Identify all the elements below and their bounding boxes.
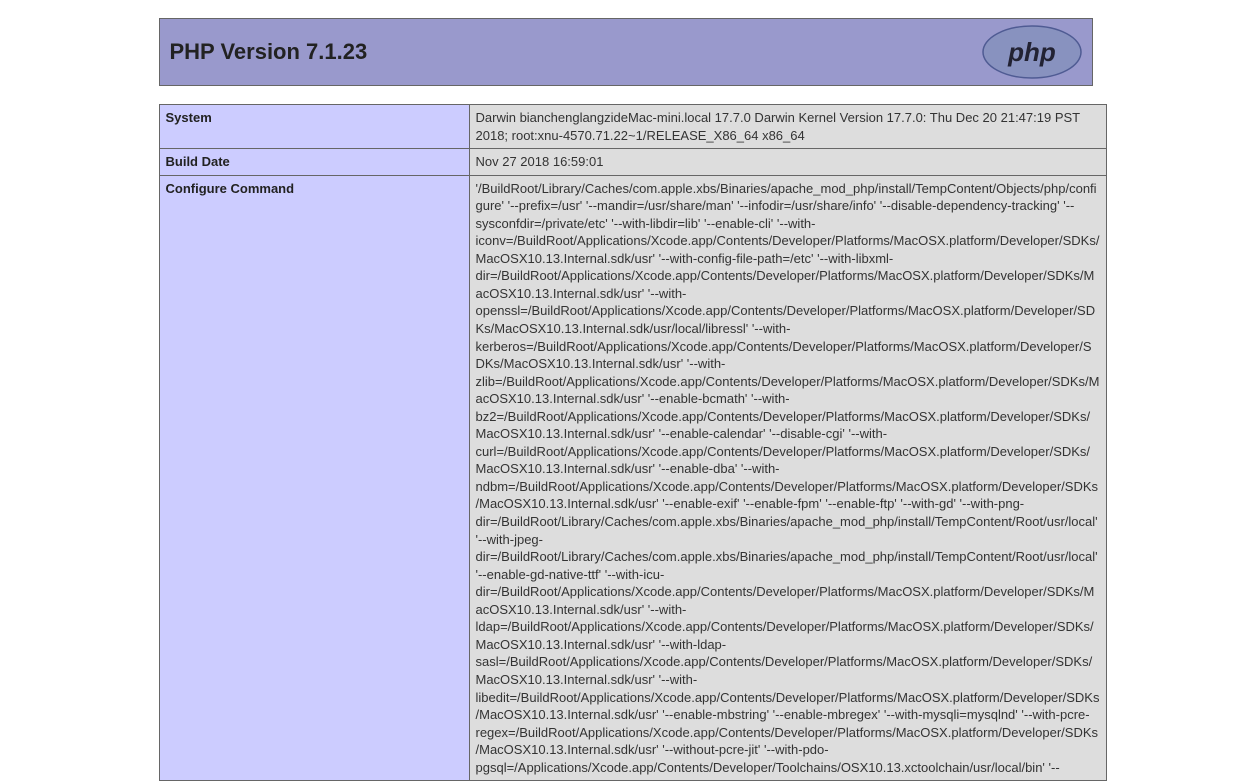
row-label-system: System [159,105,469,149]
page-title: PHP Version 7.1.23 [170,39,368,65]
row-label-build-date: Build Date [159,149,469,176]
table-row: System Darwin bianchenglangzideMac-mini.… [159,105,1106,149]
table-row: Configure Command '/BuildRoot/Library/Ca… [159,175,1106,781]
row-value-build-date: Nov 27 2018 16:59:01 [469,149,1106,176]
phpinfo-header: PHP Version 7.1.23 php [159,18,1093,86]
row-value-system: Darwin bianchenglangzideMac-mini.local 1… [469,105,1106,149]
svg-text:php: php [1007,37,1056,67]
row-value-configure-command: '/BuildRoot/Library/Caches/com.apple.xbs… [469,175,1106,781]
info-table: System Darwin bianchenglangzideMac-mini.… [159,104,1107,781]
row-label-configure-command: Configure Command [159,175,469,781]
php-logo: php [982,25,1082,79]
table-row: Build Date Nov 27 2018 16:59:01 [159,149,1106,176]
